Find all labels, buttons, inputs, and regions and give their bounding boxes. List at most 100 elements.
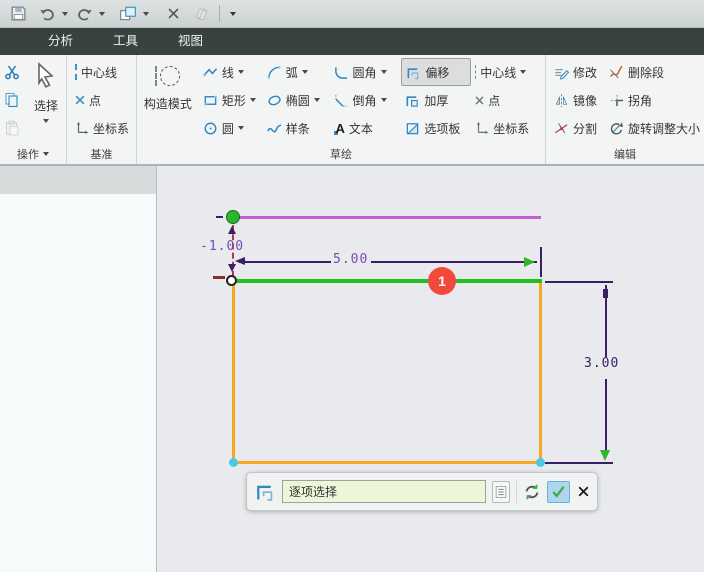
spline-button[interactable]: 样条	[263, 114, 330, 142]
rect-right-edge[interactable]	[539, 283, 542, 463]
dim-height-value[interactable]: 3.00	[584, 357, 619, 370]
circle-button[interactable]: 圆	[199, 114, 263, 142]
chamfer-icon	[334, 93, 349, 108]
arc-icon	[267, 65, 282, 80]
coordinate-system-button[interactable]: 坐标系	[71, 114, 133, 142]
accept-button[interactable]	[546, 480, 571, 503]
mirror-button[interactable]: 镜像	[550, 86, 605, 114]
palette-button[interactable]: 选项板	[401, 114, 471, 142]
construction-dash-icon	[155, 66, 158, 86]
centerline-icon	[475, 65, 477, 79]
delete-segment-icon	[609, 65, 624, 80]
construction-circle-icon	[160, 66, 181, 86]
ellipse-button[interactable]: 椭圆	[263, 86, 330, 114]
ellipse-icon	[267, 93, 282, 108]
vertex-dot-bottom-left[interactable]	[229, 458, 238, 467]
height-dim-handle-arrow[interactable]	[600, 450, 610, 461]
chamfer-button[interactable]: 倒角	[330, 86, 402, 114]
height-dim-tick-top	[603, 289, 608, 298]
quick-access-toolbar	[0, 0, 704, 28]
rectangle-button[interactable]: 矩形	[199, 86, 263, 114]
redo-dropdown[interactable]	[96, 3, 108, 25]
options-list-button[interactable]	[492, 480, 510, 503]
regenerate-icon[interactable]	[523, 483, 541, 501]
offset-mini-toolbar	[246, 472, 598, 511]
construction-mode-button[interactable]: 构造模式	[144, 58, 192, 112]
selected-top-edge[interactable]	[231, 279, 542, 283]
arc-button[interactable]: 弧	[263, 58, 330, 86]
fillet-icon	[334, 65, 349, 80]
save-button[interactable]	[7, 3, 30, 25]
select-label: 选择	[33, 99, 58, 113]
centerline-button[interactable]: 中心线	[71, 58, 133, 86]
dim-width-value[interactable]: 5.00	[333, 253, 368, 266]
divide-button[interactable]: 分割	[550, 114, 605, 142]
offset-line-endpoint[interactable]	[226, 210, 240, 224]
chevron-down-icon	[249, 98, 256, 102]
width-dim-handle-arrow[interactable]	[524, 257, 535, 267]
chevron-down-icon	[62, 11, 68, 16]
undo-button[interactable]	[36, 3, 59, 25]
chevron-down-icon	[237, 126, 244, 130]
rect-bottom-edge[interactable]	[232, 461, 542, 464]
ribbon: 选择 操作 中心线 点 坐标系 基准 构造模式 线 矩形 圆 弧 椭圆 样条 圆…	[0, 55, 704, 166]
delete-segment-button[interactable]: 删除段	[605, 58, 704, 86]
arrange-windows-dropdown[interactable]	[140, 3, 152, 25]
sketch-point-button[interactable]: 点	[471, 86, 545, 114]
coordinate-system-icon	[475, 121, 489, 135]
point-cross-icon	[75, 95, 85, 105]
sketch-canvas[interactable]	[157, 166, 704, 572]
cancel-icon[interactable]	[578, 486, 589, 497]
line-icon	[203, 65, 218, 80]
chevron-down-icon	[237, 70, 244, 74]
point-cross-icon	[475, 96, 484, 105]
group-edit: 修改 镜像 分割 删除段 拐角 旋转调整大小 编辑	[546, 55, 704, 164]
vertex-marker-circle[interactable]	[226, 275, 237, 286]
arrange-windows-button[interactable]	[116, 3, 140, 25]
thicken-button[interactable]: 加厚	[401, 86, 471, 114]
paste-button[interactable]	[0, 114, 26, 142]
point-button[interactable]: 点	[71, 86, 133, 114]
tab-tools[interactable]: 工具	[93, 28, 158, 55]
sketch-centerline-button[interactable]: 中心线	[471, 58, 545, 86]
offset-button[interactable]: 偏移	[401, 58, 472, 86]
close-button[interactable]	[164, 3, 183, 25]
spline-icon	[267, 121, 282, 136]
rect-left-edge[interactable]	[232, 283, 235, 463]
cursor-icon	[35, 62, 57, 92]
corner-icon	[609, 93, 624, 108]
chevron-down-icon	[99, 11, 105, 16]
line-button[interactable]: 线	[199, 58, 263, 86]
tab-analysis[interactable]: 分析	[28, 28, 93, 55]
modify-button[interactable]: 修改	[550, 58, 605, 86]
palette-icon	[405, 121, 420, 136]
left-panel	[0, 166, 157, 572]
tab-view[interactable]: 视图	[158, 28, 223, 55]
vertex-dot-bottom-right[interactable]	[536, 458, 545, 467]
text-button[interactable]: A 文本	[330, 114, 402, 142]
copy-button[interactable]	[0, 86, 26, 114]
undo-dropdown[interactable]	[59, 3, 71, 25]
more-commands-dropdown[interactable]	[227, 3, 239, 25]
offset-dim-arrow-up	[228, 226, 236, 234]
width-dim-line-right	[371, 261, 537, 263]
redo-button[interactable]	[73, 3, 96, 25]
chevron-down-icon	[380, 70, 387, 74]
offset-result-line[interactable]	[233, 216, 541, 219]
dim-offset-value[interactable]: -1.00	[200, 240, 244, 253]
corner-button[interactable]: 拐角	[605, 86, 704, 114]
edge-tick-left	[213, 276, 225, 279]
height-dim-line-bottom	[605, 379, 607, 451]
sketch-coordinate-system-button[interactable]: 坐标系	[471, 114, 545, 142]
cut-button[interactable]	[0, 58, 26, 86]
group-label-sketch: 草绘	[330, 149, 352, 161]
list-icon	[494, 484, 508, 500]
toolbar-divider	[219, 5, 220, 22]
fillet-button[interactable]: 圆角	[330, 58, 402, 86]
thicken-icon	[405, 93, 420, 108]
group-label-operations[interactable]: 操作	[0, 144, 66, 164]
select-button[interactable]: 选择	[26, 58, 66, 144]
selection-mode-input[interactable]	[282, 480, 487, 503]
group-label-edit: 编辑	[614, 149, 636, 161]
rotate-resize-button[interactable]: 旋转调整大小	[605, 114, 704, 142]
